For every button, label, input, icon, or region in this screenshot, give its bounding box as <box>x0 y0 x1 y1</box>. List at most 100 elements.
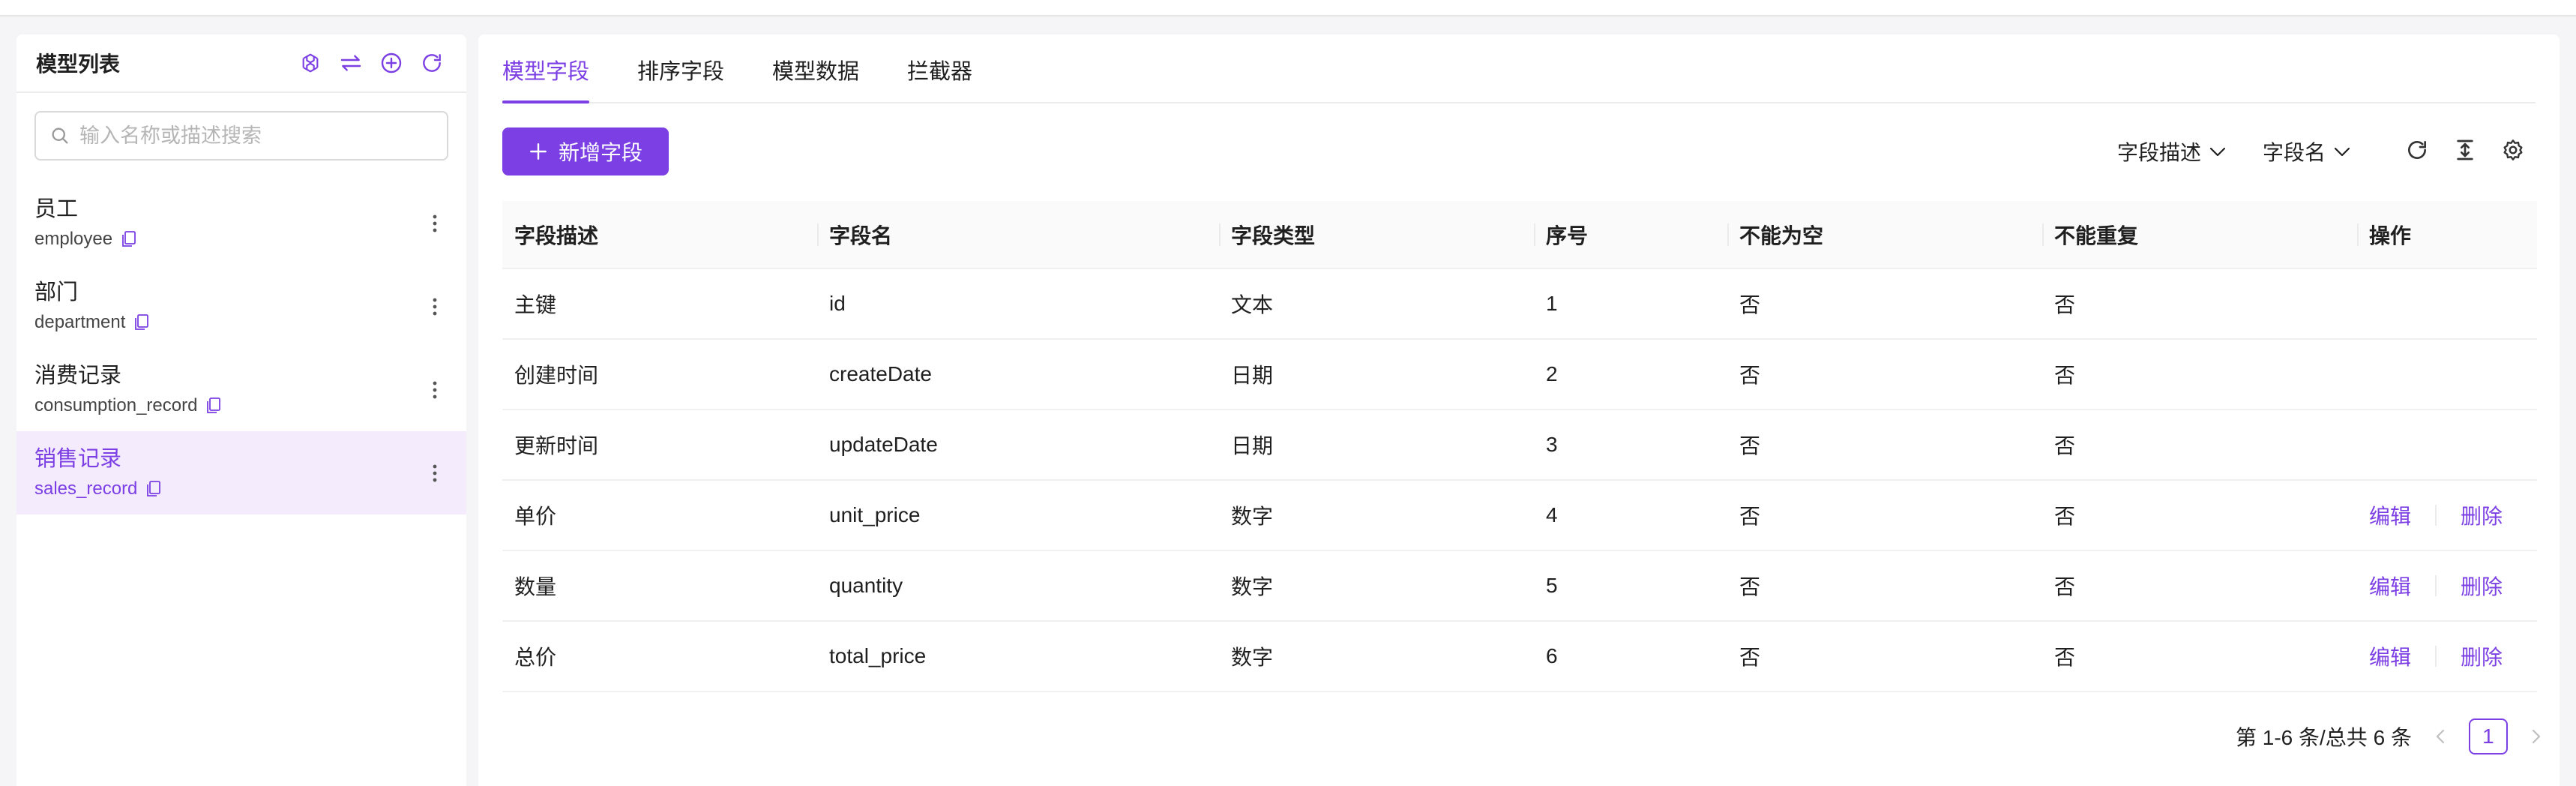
model-item-consumption-record[interactable]: 消费记录 consumption_record <box>16 348 466 431</box>
model-item-employee[interactable]: 员工 employee <box>16 182 466 265</box>
table-row: 创建时间 createDate 日期 2 否 否 <box>502 339 2537 410</box>
column-header: 不能为空 <box>1727 201 2042 269</box>
cell-name: unit_price <box>817 480 1219 551</box>
detail-tabs: 模型字段 排序字段 模型数据 拦截器 <box>502 34 2536 104</box>
cell-actions <box>2357 339 2537 410</box>
cell-actions <box>2357 268 2537 340</box>
cell-desc: 创建时间 <box>502 339 817 410</box>
filter-label: 字段名 <box>2263 141 2326 164</box>
copy-icon[interactable] <box>120 230 138 249</box>
column-filters: 字段描述 字段名 <box>2117 134 2351 170</box>
delete-link[interactable]: 删除 <box>2461 571 2503 601</box>
cell-name: quantity <box>817 550 1219 622</box>
cell-desc: 主键 <box>502 268 817 340</box>
more-vertical-icon[interactable] <box>421 376 448 404</box>
fields-table: 字段描述 字段名 字段类型 序号 不能为空 不能重复 操作 主键 id 文本 1… <box>502 201 2537 692</box>
more-vertical-icon[interactable] <box>421 293 448 320</box>
cell-seq: 5 <box>1534 550 1727 622</box>
model-search-box <box>34 111 448 160</box>
filter-field-desc[interactable]: 字段描述 <box>2117 136 2227 166</box>
settings-icon[interactable] <box>2500 135 2527 165</box>
model-search-input[interactable] <box>78 123 433 148</box>
swap-icon[interactable] <box>336 48 366 78</box>
copy-icon[interactable] <box>133 313 151 332</box>
copy-icon[interactable] <box>205 396 223 416</box>
delete-link[interactable]: 删除 <box>2461 500 2503 530</box>
cell-seq: 4 <box>1534 480 1727 551</box>
tab-sort-fields[interactable]: 排序字段 <box>637 54 724 102</box>
table-header-row: 字段描述 字段名 字段类型 序号 不能为空 不能重复 操作 <box>502 201 2537 269</box>
column-header: 操作 <box>2357 201 2537 269</box>
refresh-icon[interactable] <box>417 48 447 78</box>
cell-type: 日期 <box>1219 339 1534 410</box>
cell-not-null: 否 <box>1727 480 2042 551</box>
cell-unique: 否 <box>2042 410 2357 481</box>
column-header: 序号 <box>1534 201 1727 269</box>
table-row: 单价 unit_price 数字 4 否 否 编辑 删除 <box>502 480 2537 551</box>
edit-link[interactable]: 编辑 <box>2369 641 2411 671</box>
refresh-icon[interactable] <box>2404 135 2431 165</box>
cell-not-null: 否 <box>1727 410 2042 481</box>
add-circle-icon[interactable] <box>376 48 406 78</box>
cell-desc: 数量 <box>502 550 817 622</box>
cell-not-null: 否 <box>1727 339 2042 410</box>
search-icon <box>52 128 68 144</box>
tab-model-data[interactable]: 模型数据 <box>772 54 859 102</box>
cell-actions: 编辑 删除 <box>2357 550 2537 622</box>
cell-desc: 单价 <box>502 480 817 551</box>
model-list-title: 模型列表 <box>36 52 121 76</box>
model-item-name: 部门 <box>34 280 79 304</box>
cell-actions: 编辑 删除 <box>2357 621 2537 692</box>
cell-type: 数字 <box>1219 480 1534 551</box>
model-item-code: sales_record <box>34 478 138 499</box>
filter-field-name[interactable]: 字段名 <box>2263 136 2351 166</box>
cell-unique: 否 <box>2042 339 2357 410</box>
tab-model-fields[interactable]: 模型字段 <box>502 54 590 104</box>
cell-name: updateDate <box>817 410 1219 481</box>
next-page-icon[interactable] <box>2523 723 2550 750</box>
column-header: 字段类型 <box>1219 201 1534 269</box>
model-item-name: 销售记录 <box>34 446 122 471</box>
cell-type: 文本 <box>1219 268 1534 340</box>
cell-not-null: 否 <box>1727 268 2042 340</box>
table-tools <box>2404 135 2527 165</box>
model-item-code: consumption_record <box>34 394 198 416</box>
model-list-panel: 模型列表 输入名称或描述搜索 员工 employee 部门 department… <box>16 34 466 786</box>
table-row: 总价 total_price 数字 6 否 否 编辑 删除 <box>502 621 2537 692</box>
cell-not-null: 否 <box>1727 621 2042 692</box>
copy-icon[interactable] <box>145 479 163 499</box>
cell-seq: 2 <box>1534 339 1727 410</box>
prev-page-icon[interactable] <box>2427 723 2454 750</box>
top-bar <box>0 0 2576 16</box>
cell-name: id <box>817 268 1219 340</box>
tab-interceptors[interactable]: 拦截器 <box>907 54 972 102</box>
cell-seq: 6 <box>1534 621 1727 692</box>
cell-name: total_price <box>817 621 1219 692</box>
add-field-button[interactable]: 新增字段 <box>502 128 669 176</box>
openai-icon[interactable] <box>295 48 325 78</box>
model-item-name: 消费记录 <box>34 363 122 388</box>
cell-name: createDate <box>817 339 1219 410</box>
column-header: 字段名 <box>817 201 1219 269</box>
column-height-icon[interactable] <box>2452 135 2479 165</box>
cell-seq: 3 <box>1534 410 1727 481</box>
page-number-current[interactable]: 1 <box>2468 718 2508 754</box>
edit-link[interactable]: 编辑 <box>2369 571 2411 601</box>
add-field-label: 新增字段 <box>558 141 643 164</box>
cell-actions: 编辑 删除 <box>2357 480 2537 551</box>
action-divider <box>2435 575 2437 596</box>
model-item-sales-record[interactable]: 销售记录 sales_record <box>16 431 466 514</box>
pagination-summary: 第 1-6 条/总共 6 条 <box>2236 726 2412 749</box>
model-item-code: employee <box>34 228 113 249</box>
table-row: 更新时间 updateDate 日期 3 否 否 <box>502 410 2537 481</box>
delete-link[interactable]: 删除 <box>2461 641 2503 671</box>
more-vertical-icon[interactable] <box>421 210 448 237</box>
more-vertical-icon[interactable] <box>421 460 448 487</box>
model-item-department[interactable]: 部门 department <box>16 265 466 348</box>
cell-type: 日期 <box>1219 410 1534 481</box>
cell-actions <box>2357 410 2537 481</box>
cell-unique: 否 <box>2042 621 2357 692</box>
column-header: 不能重复 <box>2042 201 2357 269</box>
edit-link[interactable]: 编辑 <box>2369 500 2411 530</box>
plus-icon <box>530 143 547 160</box>
